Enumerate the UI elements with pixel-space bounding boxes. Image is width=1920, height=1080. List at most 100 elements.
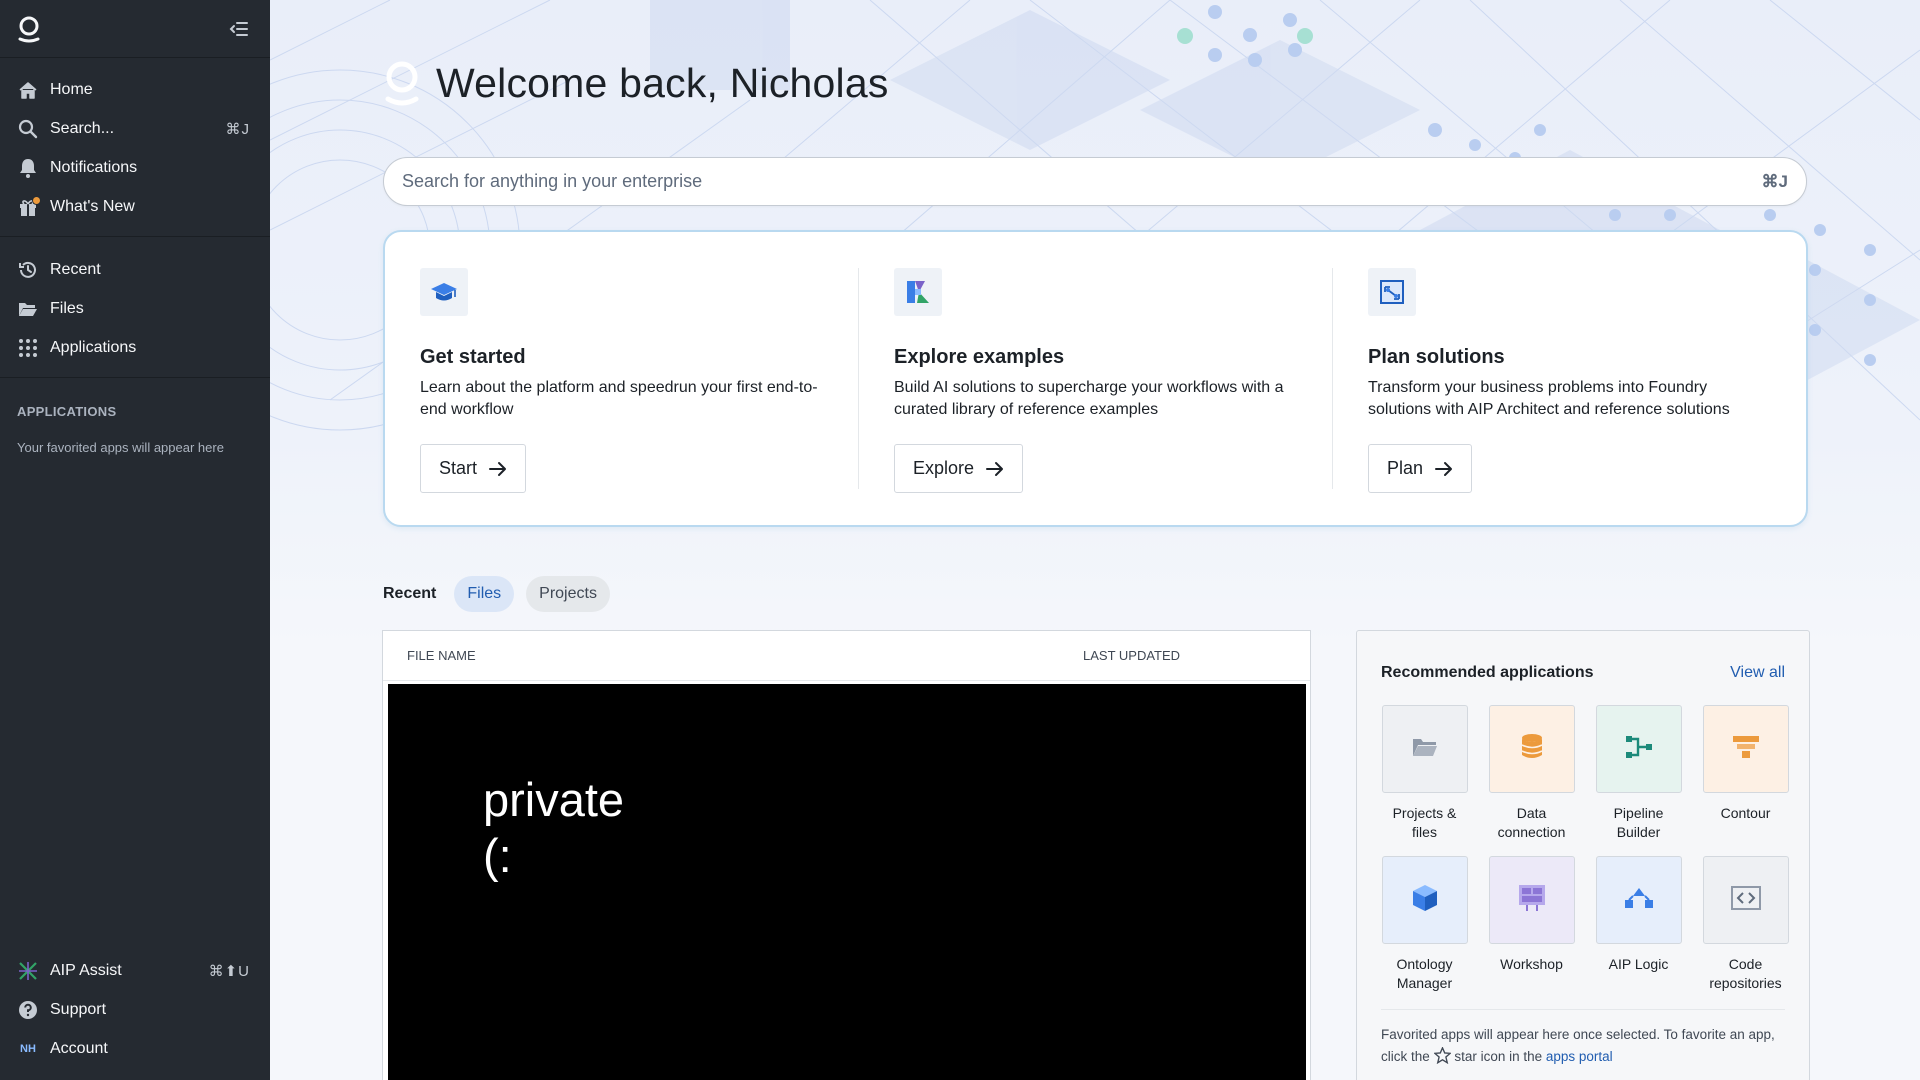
column-header-file-name[interactable]: FILE NAME [383,648,1083,663]
sidebar-item-recent[interactable]: Recent [0,250,270,289]
blueprint-icon [1368,268,1416,316]
welcome-header: Welcome back, Nicholas [382,58,889,108]
sidebar-item-whats-new[interactable]: What's New [0,187,270,226]
table-header: FILE NAME LAST UPDATED [383,631,1310,681]
sidebar-nav-secondary: Recent Files Applications [0,237,270,378]
page-title: Welcome back, Nicholas [436,59,889,106]
explore-button[interactable]: Explore [894,444,1024,493]
app-projects-files[interactable]: Projects & files [1381,705,1468,842]
app-name: Pipeline Builder [1613,805,1664,840]
sidebar-item-notifications[interactable]: Notifications [0,148,270,187]
app-tile [1702,856,1789,944]
getting-started-panel: Get started Learn about the platform and… [383,230,1808,527]
redaction-text-line-1: private [483,773,625,826]
app-contour[interactable]: Contour [1702,705,1789,842]
sidebar-item-aip-assist[interactable]: AIP Assist ⌘⬆U [0,951,270,990]
recommended-title: Recommended applications [1381,664,1594,681]
redacted-overlay: private (: [388,684,1306,1080]
button-label: Explore [913,458,975,478]
app-aip-logic[interactable]: AIP Logic [1595,856,1682,993]
recommended-apps-grid: Projects & files Data connection Pipeline B… [1381,705,1789,993]
main-content: Welcome back, Nicholas ⌘J Get started Le… [270,0,1920,1080]
card-title: Plan solutions [1368,346,1505,368]
app-name: Code repositories [1709,956,1782,991]
arrow-right-icon [1435,461,1453,477]
sidebar-item-label: Home [50,80,93,98]
card-get-started: Get started Learn about the platform and… [385,268,859,493]
card-plan-solutions: Plan solutions Transform your business p… [1333,268,1806,493]
favorites-footer-text: Favorited apps will appear here once sel… [1381,1009,1785,1071]
aip-assist-shortcut: ⌘⬆U [208,962,250,980]
sidebar-item-support[interactable]: Support [0,990,270,1029]
app-name: Projects & files [1392,805,1457,840]
redaction-text-line-2: (: [483,829,512,882]
app-tile [1595,705,1682,793]
sidebar-bottom: AIP Assist ⌘⬆U Support NH Account [0,951,270,1068]
palantir-logo-icon[interactable] [16,15,42,43]
sidebar-header [0,0,270,58]
folder-open-icon [16,297,40,321]
logic-icon [1623,886,1655,915]
app-tile [1381,856,1468,944]
app-tile [1381,705,1468,793]
notification-dot [32,195,41,205]
sidebar-item-label: What's New [50,197,135,215]
star-icon [1432,1046,1452,1071]
search-shortcut: ⌘J [225,120,250,138]
sidebar-item-label: Recent [50,260,101,278]
sidebar: Home Search... ⌘J Notifications What's N… [0,0,270,1080]
card-title: Get started [420,346,526,368]
sidebar-item-files[interactable]: Files [0,289,270,328]
arrow-right-icon [986,461,1004,477]
grid-icon [16,336,40,360]
tab-projects[interactable]: Projects [526,576,610,612]
view-all-link[interactable]: View all [1730,664,1785,682]
applications-section-title: APPLICATIONS [17,404,117,419]
button-label: Start [439,458,478,478]
recommended-header: Recommended applications View all [1381,651,1785,695]
cube-icon [1411,883,1439,918]
column-header-last-updated[interactable]: LAST UPDATED [1083,648,1180,663]
card-explore-examples: Explore examples Build AI solutions to s… [859,268,1333,493]
database-icon [1521,733,1543,766]
app-pipeline-builder[interactable]: Pipeline Builder [1595,705,1682,842]
sidebar-item-search[interactable]: Search... ⌘J [0,109,270,148]
app-name: AIP Logic [1608,956,1669,972]
sidebar-item-account[interactable]: NH Account [0,1029,270,1068]
avatar: NH [20,1042,36,1055]
plan-button[interactable]: Plan [1368,444,1473,493]
sidebar-item-home[interactable]: Home [0,70,270,109]
tab-files[interactable]: Files [454,576,515,612]
history-icon [16,258,40,282]
sidebar-item-label: Notifications [50,158,138,176]
app-code-repositories[interactable]: Code repositories [1702,856,1789,993]
app-tile [1595,856,1682,944]
enterprise-search-bar[interactable]: ⌘J [383,157,1807,206]
gift-icon [16,195,41,219]
app-ontology-manager[interactable]: Ontology Manager [1381,856,1468,993]
contour-icon [1732,734,1760,765]
start-button[interactable]: Start [420,444,527,493]
apps-portal-link[interactable]: apps portal [1546,1049,1613,1064]
sidebar-item-applications[interactable]: Applications [0,328,270,367]
sidebar-item-label: Files [50,299,84,317]
app-workshop[interactable]: Workshop [1488,856,1575,993]
workshop-icon [1517,883,1547,918]
sidebar-item-label: Support [50,1000,107,1018]
examples-library-icon [894,268,942,316]
sidebar-nav-primary: Home Search... ⌘J Notifications What's N… [0,58,270,237]
pipeline-icon [1624,734,1654,765]
card-description: Build AI solutions to supercharge your w… [894,379,1284,418]
button-label: Plan [1387,458,1424,478]
app-tile [1702,705,1789,793]
sidebar-item-label: Account [50,1039,108,1057]
card-description: Learn about the platform and speedrun yo… [420,379,818,418]
search-icon [16,117,40,141]
recommended-applications-panel: Recommended applications View all Projec… [1356,630,1810,1080]
app-data-connection[interactable]: Data connection [1488,705,1575,842]
app-name: Contour [1720,805,1771,821]
search-input[interactable] [402,171,1762,192]
bell-icon [16,156,40,180]
collapse-sidebar-icon[interactable] [228,18,250,40]
app-tile [1488,856,1575,944]
